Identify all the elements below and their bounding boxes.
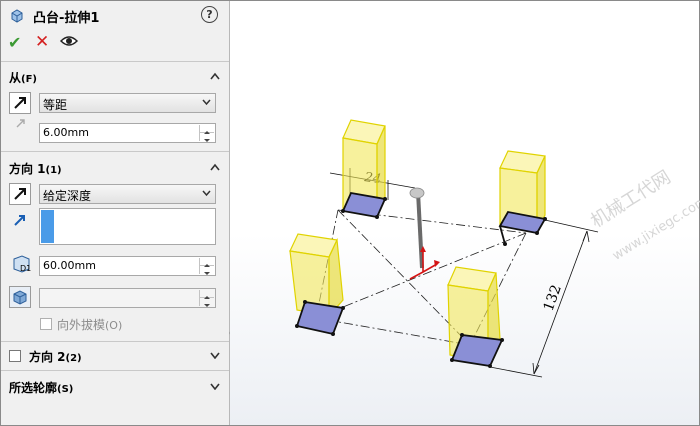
extrude-drag-handle[interactable]: [409, 187, 425, 269]
from-condition-select[interactable]: 等距: [39, 93, 216, 113]
draft-toggle-button[interactable]: [9, 286, 31, 308]
graphics-viewport[interactable]: 132 24: [230, 1, 700, 425]
spin-down-icon: [204, 139, 210, 142]
chevron-down-icon: [202, 99, 211, 106]
extruded-box-top-left[interactable]: [341, 119, 387, 219]
selected-contours-label: 所选轮廓(S): [9, 381, 74, 395]
spin-down-icon: [204, 304, 210, 307]
separator: [1, 370, 229, 371]
reverse-from-direction-button[interactable]: [9, 92, 31, 114]
listbox-selection-highlight: [41, 210, 54, 243]
help-icon[interactable]: ?: [201, 6, 218, 23]
arrow-diagonal-icon: [14, 188, 26, 200]
depth-spinner[interactable]: [199, 258, 214, 275]
feature-title: 凸台-拉伸1: [33, 11, 100, 26]
draft-angle-input: [39, 288, 216, 308]
draft-spinner: [199, 290, 214, 307]
draft-outward-checkbox: [40, 318, 52, 330]
chevron-up-icon[interactable]: [210, 72, 220, 80]
property-manager: 凸台-拉伸1 ? ✔ ✕ 从(F) 等距 6.00mm 方向 1(1) 给定深度…: [1, 1, 230, 425]
svg-text:D1: D1: [20, 264, 31, 273]
from-group-label: 从(F): [9, 71, 37, 85]
title-row: 凸台-拉伸1 ?: [1, 1, 229, 29]
extruded-box-top-right[interactable]: [498, 150, 547, 245]
direction2-label: 方向 2(2): [29, 350, 82, 364]
direction1-label: 方向 1(1): [9, 162, 62, 176]
offset-distance-input[interactable]: 6.00mm: [39, 123, 216, 143]
reverse-direction1-button[interactable]: [9, 183, 31, 205]
extruded-box-bottom-left[interactable]: [289, 233, 345, 336]
draft-outward-label: 向外拔模(O): [57, 318, 123, 332]
ok-check-icon[interactable]: ✔: [8, 33, 21, 52]
end-condition-select[interactable]: 给定深度: [39, 184, 216, 204]
separator: [1, 151, 229, 152]
chevron-down-icon[interactable]: [210, 351, 220, 359]
boss-extrude-icon: [11, 9, 23, 23]
depth-input[interactable]: 60.00mm: [39, 256, 216, 276]
dimension-132-label[interactable]: 132: [541, 283, 565, 314]
direction-vector-icon: [14, 215, 25, 226]
cancel-x-icon[interactable]: ✕: [35, 32, 49, 52]
separator: [1, 341, 229, 342]
direction1-group-header[interactable]: 方向 1(1): [1, 158, 229, 178]
action-row: ✔ ✕: [1, 29, 229, 57]
chevron-down-icon[interactable]: [210, 382, 220, 390]
direction2-group-header[interactable]: 方向 2(2): [1, 346, 229, 366]
separator: [1, 61, 229, 62]
arrow-diagonal-icon: [14, 97, 26, 109]
offset-spinner[interactable]: [199, 125, 214, 142]
offset-arrow-icon: [16, 119, 25, 128]
preview-eye-icon[interactable]: [60, 35, 78, 47]
draft-icon: [13, 290, 27, 305]
spin-down-icon: [204, 272, 210, 275]
direction2-checkbox[interactable]: [9, 350, 21, 362]
selected-contours-header[interactable]: 所选轮廓(S): [1, 377, 229, 397]
extruded-box-bottom-right[interactable]: [447, 266, 504, 367]
depth-dimension-icon: D1: [13, 255, 31, 273]
chevron-up-icon[interactable]: [210, 163, 220, 171]
chevron-down-icon: [202, 190, 211, 197]
from-group-header[interactable]: 从(F): [1, 67, 229, 87]
direction-vector-listbox[interactable]: [39, 208, 216, 245]
